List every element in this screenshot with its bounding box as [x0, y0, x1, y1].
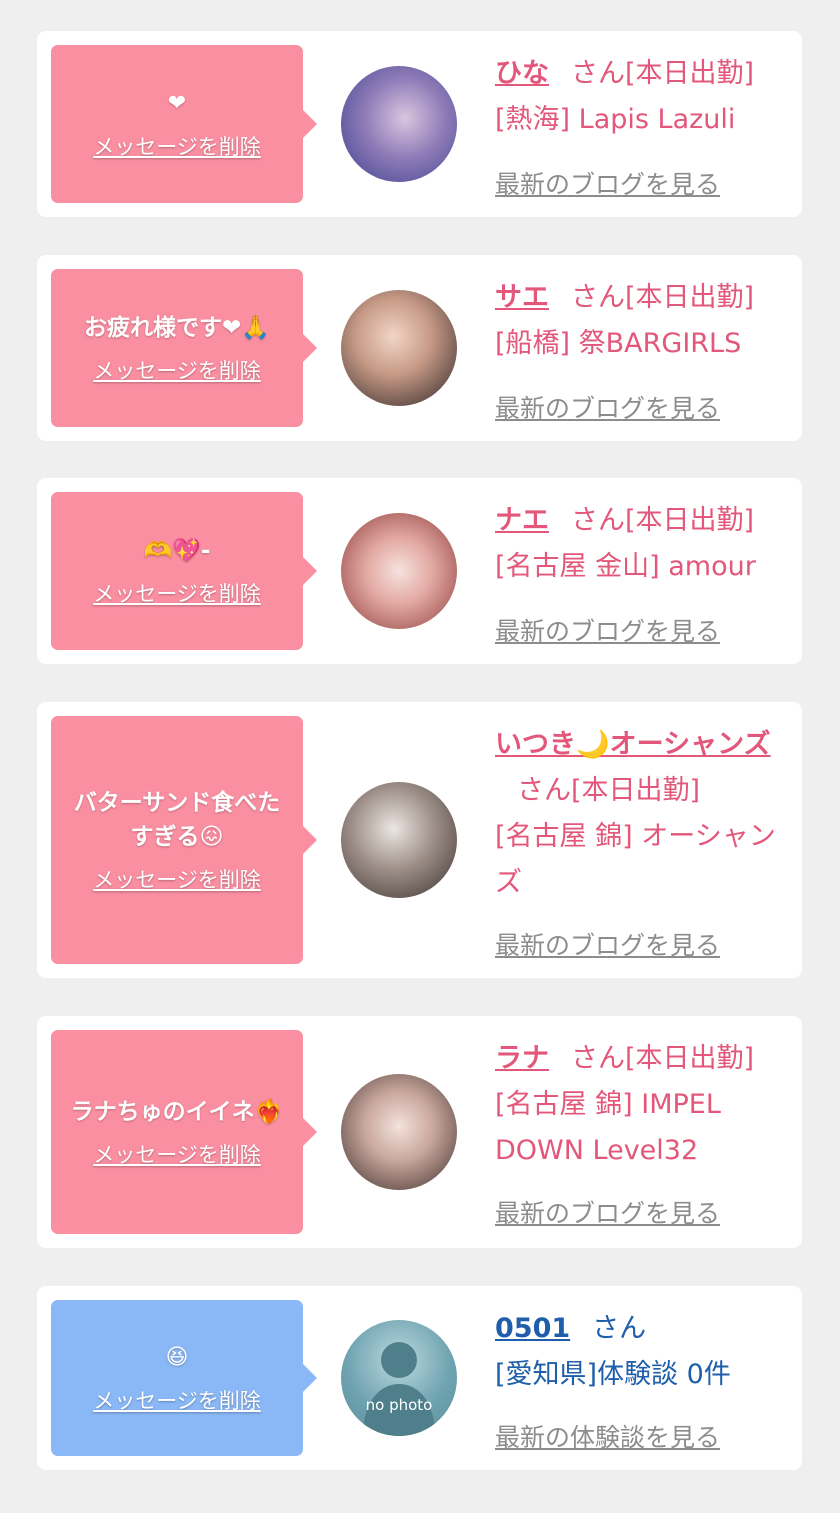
avatar[interactable]	[341, 290, 457, 406]
avatar-placeholder[interactable]: no photo	[341, 1320, 457, 1436]
latest-blog-link[interactable]: 最新のブログを見る	[495, 926, 720, 962]
avatar[interactable]	[341, 1074, 457, 1190]
delete-message-link[interactable]: メッセージを削除	[93, 864, 261, 894]
shop-label: [愛知県]体験談 0件	[495, 1359, 731, 1390]
sender-status: さん[本日出勤]	[571, 1043, 755, 1074]
latest-review-link[interactable]: 最新の体験談を見る	[495, 1418, 720, 1454]
message-bubble: お疲れ様です❤🙏 メッセージを削除	[51, 269, 317, 427]
message-card: ❤ メッセージを削除 ひな さん[本日出勤] [熱海] Lapis Lazuli …	[37, 31, 802, 217]
sender-name-link[interactable]: ナエ	[495, 505, 549, 536]
message-text: バターサンド食べたすぎる😖	[73, 790, 281, 850]
delete-message-link[interactable]: メッセージを削除	[93, 1139, 261, 1169]
message-bubble: ラナちゅのイイネ❤‍🔥 メッセージを削除	[51, 1030, 317, 1234]
message-text: お疲れ様です❤🙏	[84, 315, 270, 341]
sender-info: 0501 さん [愛知県]体験談 0件	[495, 1306, 793, 1398]
delete-message-link[interactable]: メッセージを削除	[93, 355, 261, 385]
sender-name-link[interactable]: ラナ	[495, 1043, 549, 1074]
message-bubble: 🫶💖- メッセージを削除	[51, 492, 317, 650]
shop-label: [名古屋 金山] amour	[495, 551, 756, 582]
message-bubble: ❤ メッセージを削除	[51, 45, 317, 203]
sender-name-link[interactable]: いつき🌙オーシャンズ	[495, 729, 771, 760]
sender-status: さん	[592, 1313, 647, 1344]
no-photo-label: no photo	[365, 1396, 433, 1414]
sender-name-link[interactable]: 0501	[495, 1313, 570, 1344]
latest-blog-link[interactable]: 最新のブログを見る	[495, 1194, 720, 1230]
sender-status: さん[本日出勤]	[517, 775, 701, 806]
sender-name-link[interactable]: サエ	[495, 282, 549, 313]
sender-info: サエ さん[本日出勤] [船橋] 祭BARGIRLS	[495, 275, 793, 367]
message-bubble: 😆 メッセージを削除	[51, 1300, 317, 1456]
latest-blog-link[interactable]: 最新のブログを見る	[495, 165, 720, 201]
avatar[interactable]	[341, 513, 457, 629]
sender-info: ラナ さん[本日出勤] [名古屋 錦] IMPEL DOWN Level32	[495, 1036, 793, 1174]
shop-label: [熱海] Lapis Lazuli	[495, 104, 736, 135]
message-text: 🫶💖-	[143, 538, 211, 564]
sender-status: さん[本日出勤]	[571, 282, 755, 313]
person-silhouette-icon	[363, 1342, 435, 1436]
sender-name-link[interactable]: ひな	[495, 58, 549, 89]
shop-label: [船橋] 祭BARGIRLS	[495, 328, 742, 359]
avatar[interactable]	[341, 66, 457, 182]
message-card: 🫶💖- メッセージを削除 ナエ さん[本日出勤] [名古屋 金山] amour 最…	[37, 478, 802, 664]
message-card: お疲れ様です❤🙏 メッセージを削除 サエ さん[本日出勤] [船橋] 祭BARGI…	[37, 255, 802, 441]
avatar[interactable]	[341, 782, 457, 898]
sender-status: さん[本日出勤]	[571, 58, 755, 89]
shop-label: [名古屋 錦] IMPEL DOWN Level32	[495, 1089, 721, 1166]
delete-message-link[interactable]: メッセージを削除	[93, 131, 261, 161]
message-card: ラナちゅのイイネ❤‍🔥 メッセージを削除 ラナ さん[本日出勤] [名古屋 錦] …	[37, 1016, 802, 1248]
latest-blog-link[interactable]: 最新のブログを見る	[495, 389, 720, 425]
sender-info: いつき🌙オーシャンズさん[本日出勤] [名古屋 錦] オーシャンズ	[495, 722, 793, 906]
sender-status: さん[本日出勤]	[571, 505, 755, 536]
delete-message-link[interactable]: メッセージを削除	[93, 1385, 261, 1415]
message-text: ❤	[167, 91, 187, 116]
latest-blog-link[interactable]: 最新のブログを見る	[495, 612, 720, 648]
sender-info: ひな さん[本日出勤] [熱海] Lapis Lazuli	[495, 51, 793, 143]
shop-label: [名古屋 錦] オーシャンズ	[495, 821, 776, 898]
delete-message-link[interactable]: メッセージを削除	[93, 578, 261, 608]
sender-info: ナエ さん[本日出勤] [名古屋 金山] amour	[495, 498, 793, 590]
message-bubble: バターサンド食べたすぎる😖 メッセージを削除	[51, 716, 317, 964]
message-card: バターサンド食べたすぎる😖 メッセージを削除 いつき🌙オーシャンズさん[本日出勤…	[37, 702, 802, 978]
message-card: 😆 メッセージを削除 no photo 0501 さん [愛知県]体験談 0件 最…	[37, 1286, 802, 1470]
message-text: 😆	[165, 1345, 189, 1370]
message-text: ラナちゅのイイネ❤‍🔥	[70, 1099, 284, 1125]
